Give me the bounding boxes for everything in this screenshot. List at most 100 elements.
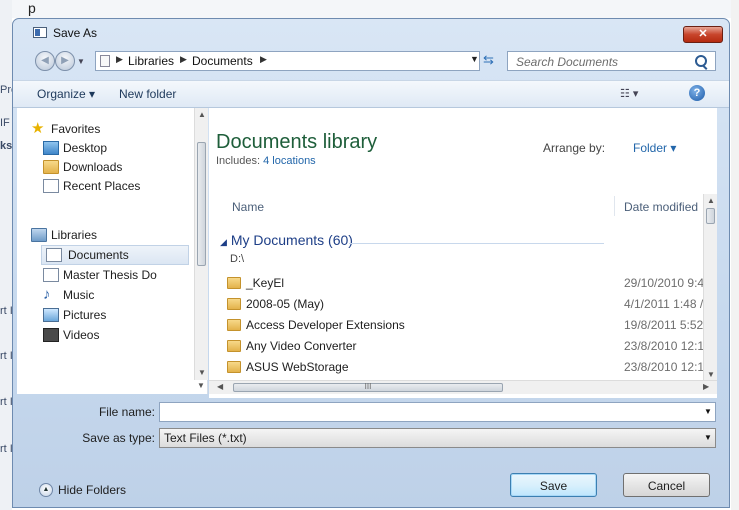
recent-pages-dropdown[interactable]: ▼ — [77, 57, 85, 66]
organize-menu-button[interactable]: Organize ▾ — [37, 87, 95, 101]
file-name-label: File name: — [98, 405, 155, 419]
recent-places-icon — [43, 179, 59, 193]
scroll-down-icon[interactable]: ▼ — [197, 381, 205, 390]
scroll-left-icon[interactable]: ◀ — [217, 382, 223, 391]
scrollbar-thumb[interactable] — [706, 208, 715, 224]
nav-item-label: Documents — [68, 248, 129, 262]
search-box[interactable] — [507, 51, 716, 71]
folder-icon — [227, 277, 241, 289]
collapse-triangle-icon[interactable]: ◢ — [220, 237, 227, 247]
nav-item-pictures[interactable]: Pictures — [43, 306, 193, 326]
libraries-icon — [31, 228, 47, 242]
column-divider[interactable] — [614, 196, 615, 216]
file-list-vertical-scrollbar[interactable]: ▲ ▼ — [703, 194, 717, 382]
nav-item-videos[interactable]: Videos — [43, 326, 193, 346]
file-name-combobox[interactable]: ▼ — [159, 402, 716, 422]
background-window-strip: p — [0, 0, 739, 18]
column-header-name[interactable]: Name — [232, 200, 264, 214]
pictures-icon — [43, 308, 59, 322]
desktop-icon — [43, 141, 59, 155]
breadcrumb-documents[interactable]: Documents — [192, 54, 253, 68]
file-name: 2008-05 (May) — [246, 297, 325, 311]
file-row[interactable]: 2008-05 (May) 4/1/2011 1:48 / — [223, 295, 713, 315]
file-name-input[interactable] — [164, 405, 688, 421]
scroll-down-icon[interactable]: ▼ — [707, 370, 715, 379]
search-icon[interactable] — [695, 55, 707, 67]
scrollbar-thumb[interactable]: III — [233, 383, 503, 392]
background-fragment: ks — [0, 140, 13, 152]
arrange-by-label: Arrange by: — [543, 141, 606, 155]
change-view-button[interactable]: ☷ ▾ — [620, 87, 638, 100]
nav-item-label: Videos — [63, 328, 100, 342]
file-row[interactable]: Any Video Converter 23/8/2010 12:1 — [223, 337, 713, 357]
close-button[interactable]: ✕ — [683, 26, 723, 43]
file-row[interactable]: Access Developer Extensions 19/8/2011 5:… — [223, 316, 713, 336]
arrange-by-dropdown[interactable]: Folder ▾ — [633, 141, 676, 155]
star-icon: ★ — [31, 120, 45, 137]
file-name: _KeyEl — [246, 276, 285, 290]
background-fragment: rt I — [0, 396, 13, 408]
cancel-button[interactable]: Cancel — [623, 473, 710, 497]
locations-link[interactable]: 4 locations — [263, 155, 316, 167]
folder-icon — [227, 340, 241, 352]
column-header-date-modified[interactable]: Date modified — [624, 200, 698, 214]
dialog-title: Save As — [53, 26, 98, 40]
background-fragment: rt I — [0, 305, 13, 317]
scroll-right-icon[interactable]: ▶ — [703, 382, 709, 391]
save-as-dialog: Save As ✕ ◀ ▶ ▼ ▶ Libraries ▶ Documents … — [12, 18, 730, 508]
nav-item-recent-places[interactable]: Recent Places — [43, 177, 193, 197]
nav-item-master-thesis[interactable]: Master Thesis Do — [43, 266, 193, 286]
refresh-icon[interactable]: ⇆ — [483, 52, 494, 68]
file-date: 4/1/2011 1:48 / — [624, 297, 704, 311]
includes-label: Includes: — [216, 155, 261, 167]
nav-item-favorites[interactable]: ★ Favorites — [31, 120, 181, 140]
save-as-type-select[interactable]: Text Files (*.txt) ▼ — [159, 428, 716, 448]
save-button[interactable]: Save — [510, 473, 597, 497]
nav-item-libraries[interactable]: Libraries — [31, 226, 181, 246]
file-list-horizontal-scrollbar[interactable]: ◀ III ▶ — [209, 380, 717, 394]
forward-button[interactable]: ▶ — [55, 51, 75, 71]
breadcrumb-separator-icon[interactable]: ▶ — [180, 54, 187, 65]
nav-item-music[interactable]: ♪ Music — [43, 286, 193, 306]
address-bar[interactable]: ▶ Libraries ▶ Documents ▶ ▼ — [95, 51, 480, 71]
nav-item-label: Desktop — [63, 141, 108, 155]
library-icon — [43, 268, 59, 282]
nav-item-documents[interactable]: Documents — [41, 245, 189, 265]
new-folder-button[interactable]: New folder — [119, 87, 176, 101]
title-bar[interactable]: Save As ✕ — [13, 19, 729, 47]
dropdown-arrow-icon[interactable]: ▼ — [704, 433, 712, 442]
background-window-edge-right — [731, 0, 739, 510]
nav-pane-scrollbar[interactable]: ▲ ▼ — [194, 108, 208, 380]
search-input[interactable] — [514, 53, 688, 71]
scroll-down-icon[interactable]: ▼ — [198, 368, 206, 377]
library-title: Documents library — [216, 131, 378, 153]
scrollbar-thumb[interactable] — [197, 142, 206, 266]
nav-item-label: Pictures — [63, 308, 107, 322]
documents-icon — [46, 248, 62, 262]
save-as-type-label: Save as type: — [82, 431, 155, 445]
address-dropdown-icon[interactable]: ▼ — [470, 54, 479, 64]
breadcrumb-separator-icon[interactable]: ▶ — [260, 54, 267, 65]
group-header[interactable]: ◢ My Documents (60) — [220, 232, 353, 248]
scroll-up-icon[interactable]: ▲ — [198, 110, 206, 119]
nav-item-desktop[interactable]: Desktop — [43, 139, 193, 159]
downloads-folder-icon — [43, 160, 59, 174]
scroll-up-icon[interactable]: ▲ — [707, 196, 715, 205]
command-toolbar: Organize ▾ New folder ☷ ▾ ? — [13, 80, 729, 108]
nav-item-label: Master Thesis Do — [63, 268, 157, 282]
window-icon — [33, 27, 47, 38]
file-row[interactable]: _KeyEl 29/10/2010 9:4 — [223, 274, 713, 294]
breadcrumb-separator-icon[interactable]: ▶ — [116, 54, 123, 65]
navigation-bar: ◀ ▶ ▼ ▶ Libraries ▶ Documents ▶ ▼ ⇆ — [13, 49, 729, 75]
nav-item-downloads[interactable]: Downloads — [43, 158, 193, 178]
nav-item-label: Downloads — [63, 160, 123, 174]
collapse-up-icon: ▲ — [39, 483, 53, 497]
breadcrumb-libraries[interactable]: Libraries — [128, 54, 174, 68]
help-icon[interactable]: ? — [689, 85, 705, 101]
back-button[interactable]: ◀ — [35, 51, 55, 71]
music-icon: ♪ — [43, 286, 51, 303]
file-row[interactable]: ASUS WebStorage 23/8/2010 12:1 — [223, 358, 713, 378]
file-date: 23/8/2010 12:1 — [624, 360, 705, 374]
dropdown-arrow-icon[interactable]: ▼ — [704, 407, 712, 416]
navigation-pane: ★ Favorites Desktop Downloads Recent Pla… — [17, 108, 208, 380]
